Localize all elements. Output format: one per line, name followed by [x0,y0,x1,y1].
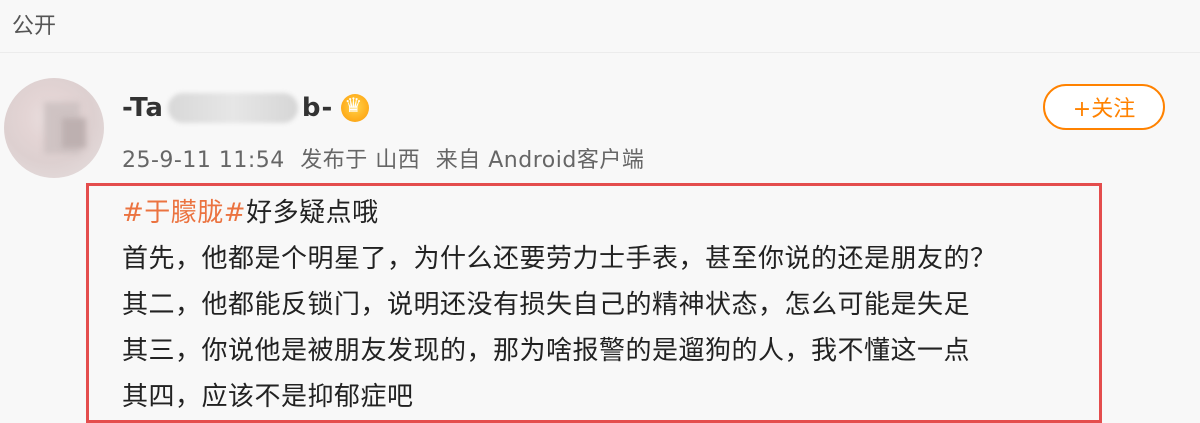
username-mask [167,93,298,123]
follow-button[interactable]: +关注 [1043,84,1165,130]
avatar[interactable] [4,78,104,178]
username-suffix[interactable]: b- [302,93,333,123]
username-prefix[interactable]: -Ta [122,93,164,123]
hashtag-link[interactable]: #于朦胧# [122,198,246,228]
username-row[interactable]: -Ta b- [122,88,370,128]
post-line-text: 好多疑点哦 [246,198,379,228]
avatar-blur [62,118,86,148]
follow-label: +关注 [1072,97,1136,122]
post-line: 其四，应该不是抑郁症吧 [122,382,414,412]
post-content: #于朦胧#好多疑点哦 首先，他都是个明星了，为什么还要劳力士手表，甚至你说的还是… [122,190,1082,420]
post-source: 来自 Android客户端 [435,148,645,173]
post-time[interactable]: 25-9-11 11:54 [122,148,285,173]
post-line: #于朦胧#好多疑点哦 [122,190,1082,236]
post-line: 其三，你说他是被朋友发现的，那为啥报警的是遛狗的人，我不懂这一点 [122,336,971,366]
post-location: 发布于 山西 [300,148,421,173]
post-meta: 25-9-11 11:54 发布于 山西 来自 Android客户端 [122,142,652,174]
post-line: 首先，他都是个明星了，为什么还要劳力士手表，甚至你说的还是朋友的？ [122,244,997,274]
post-line: 其二，他都能反锁门，说明还没有损失自己的精神状态，怎么可能是失足 [122,290,971,320]
divider [0,52,1200,53]
visibility-label: 公开 [12,14,57,39]
crown-icon [341,93,370,122]
